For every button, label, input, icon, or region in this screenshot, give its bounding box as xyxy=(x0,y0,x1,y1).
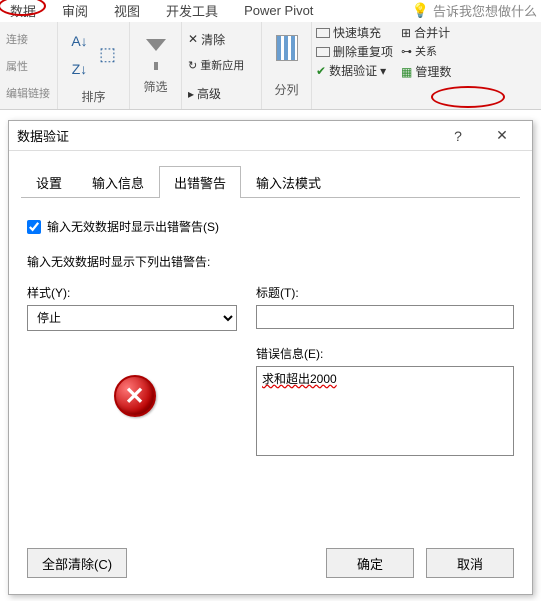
message-field-label: 错误信息(E): xyxy=(256,345,514,362)
clear-button[interactable]: ✕清除 xyxy=(188,31,225,48)
consolidate-button[interactable]: ⊞合并计 xyxy=(401,24,451,41)
links-connection[interactable]: 连接 xyxy=(6,31,28,49)
filter-icon[interactable] xyxy=(146,39,166,51)
flash-fill-button[interactable]: 快速填充 xyxy=(316,24,393,41)
ribbon-tab-data[interactable]: 数据 xyxy=(10,1,36,20)
reapply-button[interactable]: ↻重新应用 xyxy=(188,57,244,75)
ribbon-tab-strip: 数据 审阅 视图 开发工具 Power Pivot 💡 告诉我您想做什么 xyxy=(0,0,541,22)
style-select[interactable]: 停止 xyxy=(27,305,237,331)
title-input[interactable] xyxy=(256,305,514,329)
ribbon-tab-developer[interactable]: 开发工具 xyxy=(166,1,218,20)
ribbon: 连接 属性 编辑链接 A↓ Z↓ ⬚ 排序 筛选 ✕清除 ↻重新应用 ▸高级 分… xyxy=(0,22,541,110)
relations-icon: ⊶ xyxy=(401,43,412,61)
validation-icon: ✔ xyxy=(316,64,326,78)
dialog-buttons: 全部清除(C) 确定 取消 xyxy=(27,548,514,578)
tab-error-alert[interactable]: 出错警告 xyxy=(159,166,241,198)
title-field-label: 标题(T): xyxy=(256,284,514,301)
remove-dup-icon xyxy=(316,47,330,57)
tell-me[interactable]: 💡 告诉我您想做什么 xyxy=(412,1,537,20)
advanced-button[interactable]: ▸高级 xyxy=(188,85,221,102)
remove-dup-button[interactable]: 删除重复项 xyxy=(316,43,393,60)
show-error-label: 输入无效数据时显示出错警告(S) xyxy=(47,218,219,235)
links-properties[interactable]: 属性 xyxy=(6,58,28,76)
tell-me-label: 告诉我您想做什么 xyxy=(433,1,537,20)
style-label: 样式(Y): xyxy=(27,284,242,301)
tab-input-message[interactable]: 输入信息 xyxy=(77,166,159,198)
reapply-icon: ↻ xyxy=(188,57,197,75)
manage-icon: ▦ xyxy=(401,65,412,79)
manage-button[interactable]: ▦管理数 xyxy=(401,63,451,80)
close-icon: ✕ xyxy=(496,127,508,144)
dialog-titlebar: 数据验证 ? ✕ xyxy=(9,121,532,151)
ribbon-tab-powerpivot[interactable]: Power Pivot xyxy=(244,3,313,18)
ribbon-tab-review[interactable]: 审阅 xyxy=(62,1,88,20)
chevron-down-icon: ▾ xyxy=(380,64,386,78)
group-sort: A↓ Z↓ ⬚ 排序 xyxy=(58,22,130,109)
group-links: 连接 属性 编辑链接 xyxy=(0,22,58,109)
ribbon-tab-view[interactable]: 视图 xyxy=(114,1,140,20)
clear-icon: ✕ xyxy=(188,32,198,46)
group-data-tools-left: 快速填充 删除重复项 ✔数据验证▾ xyxy=(312,22,397,109)
advanced-icon: ▸ xyxy=(188,87,194,101)
close-button[interactable]: ✕ xyxy=(480,122,524,150)
group-filter-ops: ✕清除 ↻重新应用 ▸高级 xyxy=(182,22,262,109)
error-stop-icon: ✕ xyxy=(114,375,156,417)
data-validation-button[interactable]: ✔数据验证▾ xyxy=(316,62,393,79)
group-text2col: 分列 xyxy=(262,22,312,109)
dialog-tabs: 设置 输入信息 出错警告 输入法模式 xyxy=(21,165,520,198)
show-error-checkbox[interactable] xyxy=(27,220,41,234)
sort-icon: ⬚ xyxy=(96,43,120,67)
relations-button[interactable]: ⊶关系 xyxy=(401,43,451,61)
text-to-columns-icon[interactable] xyxy=(276,35,298,61)
tab-settings[interactable]: 设置 xyxy=(21,166,77,198)
ok-button[interactable]: 确定 xyxy=(326,548,414,578)
section-label: 输入无效数据时显示下列出错警告: xyxy=(27,253,514,270)
message-textarea[interactable]: <span></span> xyxy=(256,366,514,456)
show-error-checkbox-row[interactable]: 输入无效数据时显示出错警告(S) xyxy=(27,218,514,235)
cancel-button[interactable]: 取消 xyxy=(426,548,514,578)
links-edit[interactable]: 编辑链接 xyxy=(6,85,50,103)
tab-ime-mode[interactable]: 输入法模式 xyxy=(241,166,336,198)
text2col-label[interactable]: 分列 xyxy=(274,81,298,98)
clear-all-button[interactable]: 全部清除(C) xyxy=(27,548,127,578)
sort-asc-button[interactable]: A↓ xyxy=(68,29,92,53)
dialog-title: 数据验证 xyxy=(17,126,69,145)
flash-fill-icon xyxy=(316,28,330,38)
filter-label[interactable]: 筛选 xyxy=(143,78,167,95)
dialog-body: 输入无效数据时显示出错警告(S) 输入无效数据时显示下列出错警告: 样式(Y):… xyxy=(9,198,532,473)
help-button[interactable]: ? xyxy=(436,122,480,150)
data-validation-dialog: 数据验证 ? ✕ 设置 输入信息 出错警告 输入法模式 输入无效数据时显示出错警… xyxy=(8,120,533,595)
sort-desc-button[interactable]: Z↓ xyxy=(68,57,92,81)
sort-label[interactable]: 排序 xyxy=(81,88,105,105)
consolidate-icon: ⊞ xyxy=(401,26,411,40)
group-data-tools-right: ⊞合并计 ⊶关系 ▦管理数 xyxy=(397,22,455,109)
group-filter: 筛选 xyxy=(130,22,182,109)
bulb-icon: 💡 xyxy=(412,2,429,19)
